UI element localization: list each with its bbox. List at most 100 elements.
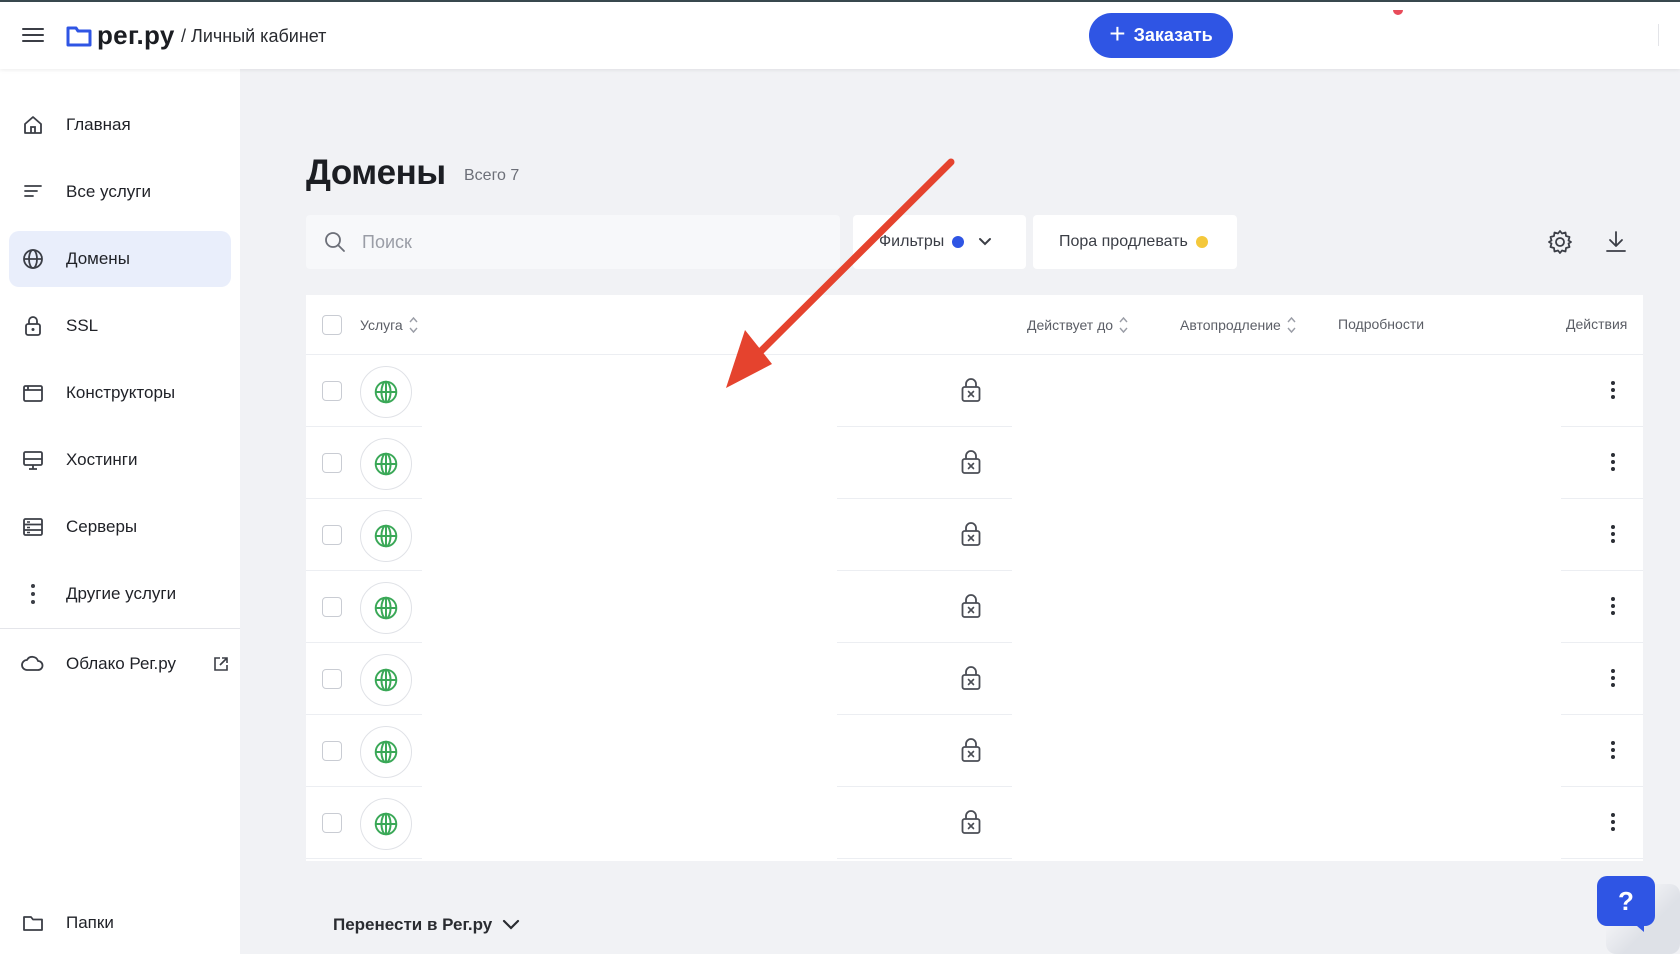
column-details-label: Подробности [1338, 316, 1425, 332]
globe-icon [374, 740, 398, 764]
sidebar-item-label: Главная [66, 115, 131, 134]
table-row[interactable] [306, 571, 1643, 643]
cloud-icon [21, 655, 44, 671]
logo[interactable]: рег.ру [66, 20, 175, 51]
plus-icon: + [1109, 18, 1126, 49]
renew-soon-button[interactable]: Пора продлевать [1033, 215, 1237, 269]
external-link-icon [214, 657, 228, 671]
row-divider [306, 858, 422, 859]
lock-x-icon [961, 522, 981, 546]
search-icon [325, 232, 345, 252]
domain-avatar [360, 510, 412, 562]
help-button[interactable]: ? [1597, 876, 1655, 926]
sidebar-item-label: Домены [66, 249, 130, 268]
more-vertical-icon [31, 584, 35, 604]
row-actions-menu[interactable] [1609, 593, 1617, 619]
filters-label: Фильтры [879, 233, 945, 250]
domain-avatar [360, 366, 412, 418]
column-valid-until-label: Действует до [1027, 317, 1114, 333]
domain-avatar [360, 798, 412, 850]
row-divider [837, 858, 1012, 859]
row-checkbox[interactable] [322, 453, 342, 473]
order-button[interactable]: + Заказать [1089, 13, 1233, 58]
main-content: Домены Всего 7 Фильтры Пора продлевать У… [240, 69, 1680, 954]
sidebar: Главная Все услуги Домены SSL Конструкто… [0, 69, 240, 954]
monitor-icon [23, 451, 43, 470]
sidebar-item-hosting[interactable]: Хостинги [9, 432, 231, 488]
sidebar-item-label: Конструкторы [66, 383, 176, 402]
row-actions-menu[interactable] [1609, 809, 1617, 835]
domain-avatar [360, 654, 412, 706]
sidebar-item-label: Хостинги [66, 450, 138, 469]
table-row[interactable] [306, 427, 1643, 499]
table-row[interactable] [306, 787, 1643, 859]
domain-avatar [360, 726, 412, 778]
table-row[interactable] [306, 499, 1643, 571]
sidebar-item-ssl[interactable]: SSL [9, 298, 231, 354]
menu-icon[interactable] [22, 26, 44, 44]
row-divider [1561, 858, 1643, 859]
globe-icon [374, 452, 398, 476]
chevron-down-icon [503, 919, 520, 930]
table-row[interactable] [306, 715, 1643, 787]
sidebar-item-folders[interactable]: Папки [9, 895, 231, 951]
lock-icon [25, 316, 41, 336]
sidebar-item-builders[interactable]: Конструкторы [9, 365, 231, 421]
top-header: рег.ру / Личный кабинет + Заказать [0, 2, 1680, 69]
table-row[interactable] [306, 355, 1643, 427]
chevron-down-icon [979, 238, 992, 246]
search-box [306, 215, 840, 269]
row-actions-menu[interactable] [1609, 377, 1617, 403]
filters-active-dot [952, 236, 965, 248]
row-checkbox[interactable] [322, 525, 342, 545]
sidebar-item-servers[interactable]: Серверы [9, 499, 231, 555]
filters-button[interactable]: Фильтры [853, 215, 1026, 269]
breadcrumb[interactable]: / Личный кабинет [181, 26, 326, 47]
sidebar-item-domains[interactable]: Домены [9, 231, 231, 287]
column-valid-until[interactable]: Действует до [1027, 316, 1128, 334]
globe-icon [374, 524, 398, 548]
sidebar-item-all-services[interactable]: Все услуги [9, 164, 231, 220]
sort-icon [1119, 316, 1128, 334]
sidebar-item-cloud[interactable]: Облако Рег.ру [9, 636, 231, 692]
select-all-checkbox[interactable] [322, 315, 342, 335]
renew-soon-label: Пора продлевать [1059, 233, 1188, 250]
download-icon[interactable] [1602, 228, 1630, 256]
gear-icon[interactable] [1546, 228, 1574, 256]
row-actions-menu[interactable] [1609, 737, 1617, 763]
row-checkbox[interactable] [322, 381, 342, 401]
column-details: Подробности [1338, 316, 1424, 332]
sidebar-item-label: Облако Рег.ру [66, 654, 177, 673]
sidebar-item-other-services[interactable]: Другие услуги [9, 566, 231, 622]
table-row[interactable] [306, 643, 1643, 715]
globe-icon [374, 812, 398, 836]
row-actions-menu[interactable] [1609, 665, 1617, 691]
sidebar-item-home[interactable]: Главная [9, 97, 231, 153]
transfer-label: Перенести в Рег.ру [333, 915, 493, 934]
column-autorenew[interactable]: Автопродление [1180, 316, 1296, 334]
row-checkbox[interactable] [322, 813, 342, 833]
sidebar-item-label: Папки [66, 913, 114, 932]
sidebar-item-label: SSL [66, 316, 99, 335]
transfer-to-reg-button[interactable]: Перенести в Рег.ру [333, 915, 520, 935]
notification-dot[interactable] [1393, 10, 1403, 15]
search-input[interactable] [362, 215, 832, 269]
logo-text: рег.ру [97, 20, 175, 50]
column-actions: Действия [1566, 316, 1627, 332]
row-actions-menu[interactable] [1609, 521, 1617, 547]
row-checkbox[interactable] [322, 669, 342, 689]
row-checkbox[interactable] [322, 741, 342, 761]
row-checkbox[interactable] [322, 597, 342, 617]
globe-icon [374, 380, 398, 404]
page-title: Домены [306, 153, 446, 192]
column-autorenew-label: Автопродление [1180, 317, 1281, 333]
column-service[interactable]: Услуга [360, 316, 418, 334]
lock-x-icon [961, 810, 981, 834]
sort-icon [409, 316, 418, 334]
sidebar-divider [0, 628, 240, 629]
column-service-label: Услуга [360, 317, 403, 333]
help-bubble-tail [1630, 920, 1644, 932]
lock-x-icon [961, 450, 981, 474]
row-actions-menu[interactable] [1609, 449, 1617, 475]
order-button-label: Заказать [1133, 25, 1213, 45]
